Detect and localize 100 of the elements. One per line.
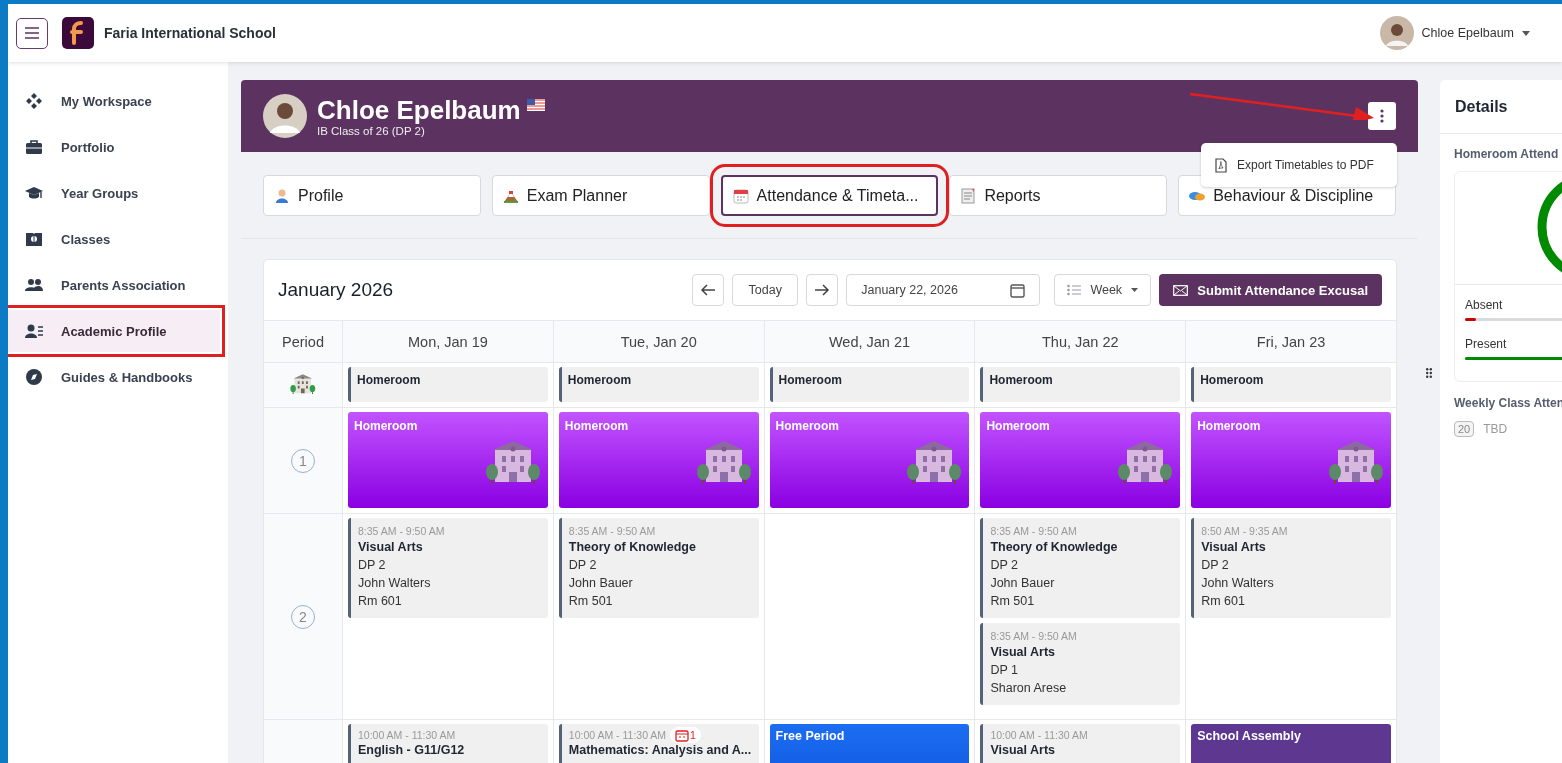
calendar-icon xyxy=(732,187,749,204)
sidebar-item[interactable]: Guides & Handbooks xyxy=(8,354,228,400)
free-period-entry[interactable]: Free Period xyxy=(769,724,970,763)
entry-title: Visual Arts xyxy=(990,742,1056,758)
count-badge: 20 xyxy=(1454,421,1475,437)
avatar-icon xyxy=(1379,16,1414,50)
previous-button[interactable] xyxy=(692,274,725,306)
entry-time: 10:00 AM - 11:30 AM xyxy=(358,728,456,742)
timetable-entry[interactable]: Homeroom xyxy=(980,367,1181,402)
column-header: Mon, Jan 19 xyxy=(342,321,553,363)
menu-button[interactable] xyxy=(16,17,48,49)
entry-detail: Rm 601 xyxy=(358,593,403,610)
entry-detail: John Bauer xyxy=(568,575,634,592)
status-text: TBD xyxy=(1483,422,1508,436)
column-header: Fri, Jan 23 xyxy=(1185,321,1396,363)
next-button[interactable] xyxy=(806,274,839,306)
sidebar-item[interactable]: Portfolio xyxy=(8,124,228,170)
homeroom-entry[interactable]: Homeroom xyxy=(558,412,759,508)
entry-detail: John Bauer xyxy=(990,575,1056,592)
timetable-entry[interactable]: Homeroom xyxy=(769,367,970,402)
entry-title: Homeroom xyxy=(567,373,633,387)
tab[interactable]: Reports xyxy=(949,175,1168,216)
entry-title: School Assembly xyxy=(1197,729,1302,743)
document-icon xyxy=(960,187,977,204)
date-field[interactable]: January 22, 2026 xyxy=(846,274,1041,306)
drag-handle-icon[interactable] xyxy=(1426,367,1432,378)
homeroom-entry[interactable]: Homeroom xyxy=(348,412,548,508)
timetable-entry[interactable]: 10:00 AM - 11:30 AM 1 Mathematics: Analysis and A... xyxy=(558,724,759,763)
class-label: IB Class of 26 (DP 2) xyxy=(317,125,426,137)
column-header: Period xyxy=(264,321,342,363)
entry-time: 8:35 AM - 9:50 AM xyxy=(990,524,1077,538)
entry-detail: DP 2 xyxy=(1201,557,1230,574)
entry-time: 8:35 AM - 9:50 AM xyxy=(568,524,656,538)
entry-detail: DP 1 xyxy=(990,662,1019,679)
entry-title: English - G11/G12 xyxy=(358,742,466,758)
people-icon xyxy=(25,276,43,294)
more-options-button[interactable] xyxy=(1368,102,1396,130)
menu-icon xyxy=(24,26,40,40)
school-logo xyxy=(62,17,94,49)
entry-title: Visual Arts xyxy=(1201,539,1267,556)
person-icon xyxy=(274,187,290,204)
entry-title: Homeroom xyxy=(775,419,840,433)
sidebar-item[interactable]: My Workspace xyxy=(8,78,228,124)
homeroom-entry[interactable]: Homeroom xyxy=(980,412,1181,508)
timetable-entry[interactable]: 10:00 AM - 11:30 AM English - G11/G12 xyxy=(348,724,548,763)
assembly-entry[interactable]: School Assembly xyxy=(1191,724,1391,763)
entry-title: Homeroom xyxy=(354,419,419,433)
entry-title: Theory of Knowledge xyxy=(990,539,1119,556)
timetable-entry[interactable]: 8:35 AM - 9:50 AM Theory of Knowledge DP 2 John Bauer Rm 501 xyxy=(980,518,1181,618)
caret-icon xyxy=(1131,288,1139,292)
left-arrow-icon xyxy=(700,284,717,296)
entry-title: Theory of Knowledge xyxy=(568,539,697,556)
tab[interactable]: Profile xyxy=(263,175,481,216)
timetable-entry[interactable]: 8:50 AM - 9:35 AM Visual Arts DP 2 John Walters Rm 601 xyxy=(1191,518,1391,618)
column-header: Thu, Jan 22 xyxy=(974,321,1186,363)
entry-time: 8:35 AM - 9:50 AM xyxy=(358,524,445,538)
entry-title: Homeroom xyxy=(778,373,843,387)
section-title: Homeroom Attend xyxy=(1453,146,1560,161)
entry-time: 8:50 AM - 9:35 AM xyxy=(1201,524,1288,538)
today-button[interactable]: Today xyxy=(732,274,799,306)
column-header: Tue, Jan 20 xyxy=(552,321,764,363)
entry-title: Homeroom xyxy=(357,373,422,387)
entry-title: Mathematics: Analysis and A... xyxy=(568,742,753,758)
column-header: Wed, Jan 21 xyxy=(763,321,975,363)
badge-count: 1 xyxy=(690,728,696,743)
submit-excusal-button[interactable]: Submit Attendance Excusal xyxy=(1159,274,1382,306)
user-menu[interactable]: Chloe Epelbaum xyxy=(1373,15,1536,51)
timetable-entry[interactable]: 8:35 AM - 9:50 AM Visual Arts DP 2 John Walters Rm 601 xyxy=(348,518,548,618)
timetable-entry[interactable]: 8:35 AM - 9:50 AM Theory of Knowledge DP 2 John Bauer Rm 501 xyxy=(558,518,759,618)
caret-icon xyxy=(1522,30,1530,36)
sidebar-item[interactable]: Parents Association xyxy=(8,262,228,308)
entry-detail: John Walters xyxy=(1201,575,1275,592)
entry-title: Homeroom xyxy=(986,419,1051,433)
list-icon xyxy=(1067,284,1082,296)
sidebar-item[interactable]: Year Groups xyxy=(8,170,228,216)
book-icon xyxy=(25,230,43,248)
homeroom-entry[interactable]: Homeroom xyxy=(769,412,970,508)
timetable-entry[interactable]: Homeroom xyxy=(558,367,759,402)
entry-title: Free Period xyxy=(775,729,846,743)
timetable-entry[interactable]: 8:35 AM - 9:50 AM Visual Arts DP 1 Sharon Arese xyxy=(980,623,1181,705)
timetable-entry[interactable]: 10:00 AM - 11:30 AM Visual Arts xyxy=(980,724,1181,763)
tab[interactable]: Exam Planner xyxy=(491,175,710,216)
entry-title: Homeroom xyxy=(1200,373,1265,387)
diamonds-icon xyxy=(25,92,43,110)
entry-detail: Rm 501 xyxy=(568,593,614,610)
timetable-entry[interactable]: Homeroom xyxy=(348,367,548,402)
entry-detail: DP 2 xyxy=(358,557,387,574)
entry-title: Homeroom xyxy=(564,419,630,433)
entry-title: Visual Arts xyxy=(358,539,424,556)
avatar-icon xyxy=(263,94,307,138)
pdf-file-icon xyxy=(1215,157,1227,173)
entry-detail: Sharon Arese xyxy=(990,680,1068,697)
entry-detail: John Walters xyxy=(358,575,432,592)
sidebar-item[interactable]: Classes xyxy=(8,216,228,262)
compass-icon xyxy=(25,368,43,386)
view-dropdown[interactable]: Week xyxy=(1054,274,1152,306)
entry-detail: DP 2 xyxy=(990,557,1019,574)
homeroom-entry[interactable]: Homeroom xyxy=(1191,412,1391,508)
bar-label: Absent xyxy=(1465,297,1504,313)
timetable-entry[interactable]: Homeroom xyxy=(1191,367,1391,402)
